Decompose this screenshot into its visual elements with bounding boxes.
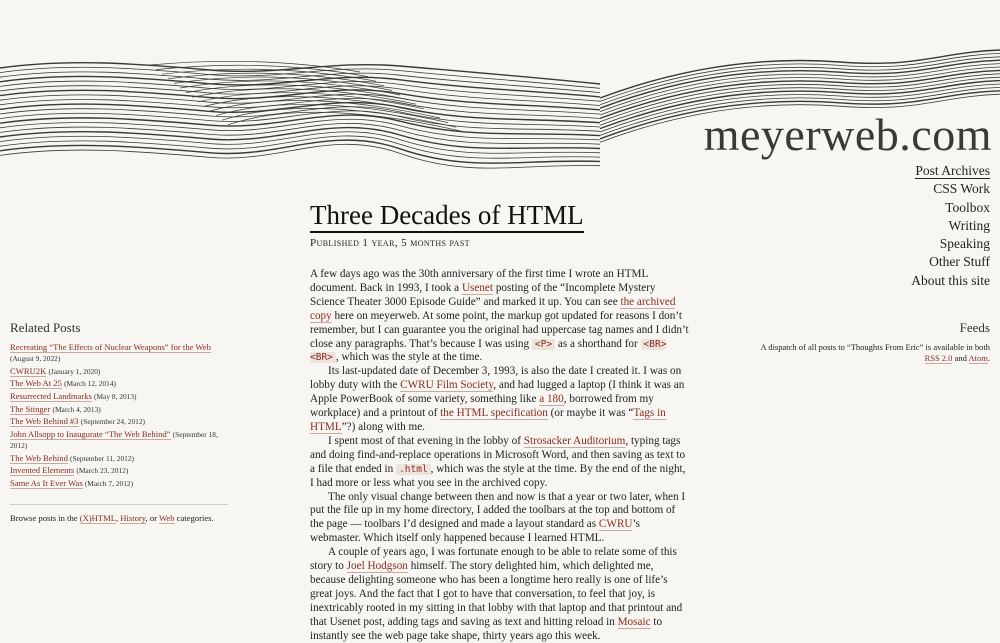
paragraph: A few days ago was the 30th anniversary … — [310, 268, 689, 364]
related-posts-list: Recreating “The Effects of Nuclear Weapo… — [10, 342, 228, 489]
link-cwru-film-society[interactable]: CWRU Film Society — [400, 379, 494, 393]
post-meta: Published 1 year, 5 months past — [310, 237, 470, 249]
category-link-history[interactable]: History — [120, 512, 146, 524]
nav-item-toolbox[interactable]: Toolbox — [911, 199, 990, 217]
link-usenet[interactable]: Usenet — [461, 281, 494, 295]
related-post-link[interactable]: CWRU2K — [10, 365, 47, 377]
feeds: Feeds A dispatch of all posts to “Though… — [760, 320, 990, 364]
site-title[interactable]: meyerweb.com — [704, 108, 992, 161]
paragraph: Its last-updated date of December 3, 199… — [310, 365, 685, 434]
divider — [10, 503, 228, 505]
nav-item-speaking[interactable]: Speaking — [911, 235, 990, 253]
related-post-link[interactable]: Same As It Ever Was — [10, 477, 83, 489]
link-strosacker-auditorium[interactable]: Strosacker Auditorium — [523, 434, 626, 448]
nav-item-about[interactable]: About this site — [911, 272, 990, 290]
link-mosaic[interactable]: Mosaic — [617, 615, 651, 629]
related-post-date: (May 8, 2013) — [94, 391, 137, 401]
feeds-description: A dispatch of all posts to “Thoughts Fro… — [760, 342, 990, 364]
atom-link[interactable]: Atom — [968, 353, 988, 364]
nav-link[interactable]: Post Archives — [915, 163, 990, 179]
related-post-link[interactable]: The Stinger — [10, 403, 51, 415]
link-a-180[interactable]: a 180 — [539, 393, 564, 407]
related-post-date: (March 12, 2014) — [64, 379, 116, 389]
nav-link[interactable]: Writing — [949, 218, 990, 233]
related-post-link[interactable]: Invented Elements — [10, 465, 75, 477]
list-item: The Web Behind (September 11, 2012) — [10, 452, 228, 464]
list-item: CWRU2K (January 1, 2020) — [10, 365, 228, 377]
nav-item-writing[interactable]: Writing — [911, 217, 990, 235]
list-item: The Web Behind #3 (September 24, 2012) — [10, 416, 228, 428]
list-item: The Stinger (March 4, 2013) — [10, 403, 228, 415]
post-title[interactable]: Three Decades of HTML — [310, 200, 584, 233]
nav-item-other-stuff[interactable]: Other Stuff — [911, 253, 990, 271]
link-joel-hodgson[interactable]: Joel Hodgson — [346, 560, 408, 574]
list-item: Recreating “The Effects of Nuclear Weapo… — [10, 342, 228, 364]
list-item: Same As It Ever Was (March 7, 2012) — [10, 477, 228, 489]
feeds-heading: Feeds — [959, 320, 990, 335]
list-item: Resurrected Landmarks (May 8, 2013) — [10, 390, 228, 402]
related-post-link[interactable]: Resurrected Landmarks — [10, 390, 92, 402]
link-cwru[interactable]: CWRU — [598, 518, 633, 532]
category-link-web[interactable]: Web — [158, 512, 175, 524]
nav-link[interactable]: Toolbox — [945, 200, 990, 215]
related-post-link[interactable]: Recreating “The Effects of Nuclear Weapo… — [10, 342, 211, 353]
paragraph: A couple of years ago, I was fortunate e… — [310, 546, 683, 642]
related-post-link[interactable]: John Allsopp to Inaugurate “The Web Behi… — [10, 428, 171, 440]
related-post-date: (August 9, 2022) — [10, 354, 61, 364]
related-post-link[interactable]: The Web Behind #3 — [10, 416, 79, 428]
list-item: Invented Elements (March 23, 2012) — [10, 465, 228, 477]
paragraph: I spent most of that evening in the lobb… — [310, 434, 686, 489]
nav-item-css-work[interactable]: CSS Work — [911, 180, 990, 198]
list-item: John Allsopp to Inaugurate “The Web Behi… — [10, 428, 228, 451]
related-posts-heading: Related Posts — [10, 320, 81, 335]
related-post-date: (September 11, 2012) — [70, 453, 134, 463]
code-html-extension: .html — [396, 463, 431, 475]
list-item: The Web At 25 (March 12, 2014) — [10, 378, 228, 390]
related-post-date: (March 4, 2013) — [52, 404, 101, 414]
paragraph: The only visual change between then and … — [310, 490, 686, 545]
nav-link[interactable]: Other Stuff — [929, 254, 990, 269]
related-post-date: (September 24, 2012) — [80, 417, 146, 427]
nav-link[interactable]: Speaking — [940, 236, 990, 251]
code-p-tag: <P> — [531, 338, 556, 350]
nav-link[interactable]: CSS Work — [933, 181, 990, 196]
related-posts: Related Posts Recreating “The Effects of… — [10, 320, 228, 524]
post-body: A few days ago was the 30th anniversary … — [310, 268, 690, 643]
link-html-specification[interactable]: the HTML specification — [440, 407, 548, 421]
category-link-xhtml[interactable]: (X)HTML — [79, 512, 116, 524]
related-post-link[interactable]: The Web At 25 — [10, 378, 62, 390]
related-post-date: (March 23, 2012) — [76, 466, 129, 476]
related-post-link[interactable]: The Web Behind — [10, 452, 68, 464]
rss-link[interactable]: RSS 2.0 — [924, 353, 953, 364]
related-post-date: (January 1, 2020) — [48, 366, 101, 376]
nav-item-post-archives[interactable]: Post Archives — [911, 162, 990, 180]
browse-categories: Browse posts in the (X)HTML, History, or… — [10, 512, 214, 524]
nav-link[interactable]: About this site — [911, 273, 990, 288]
related-post-date: (March 7, 2012) — [84, 478, 134, 488]
main-nav: Post Archives CSS Work Toolbox Writing S… — [911, 162, 990, 290]
